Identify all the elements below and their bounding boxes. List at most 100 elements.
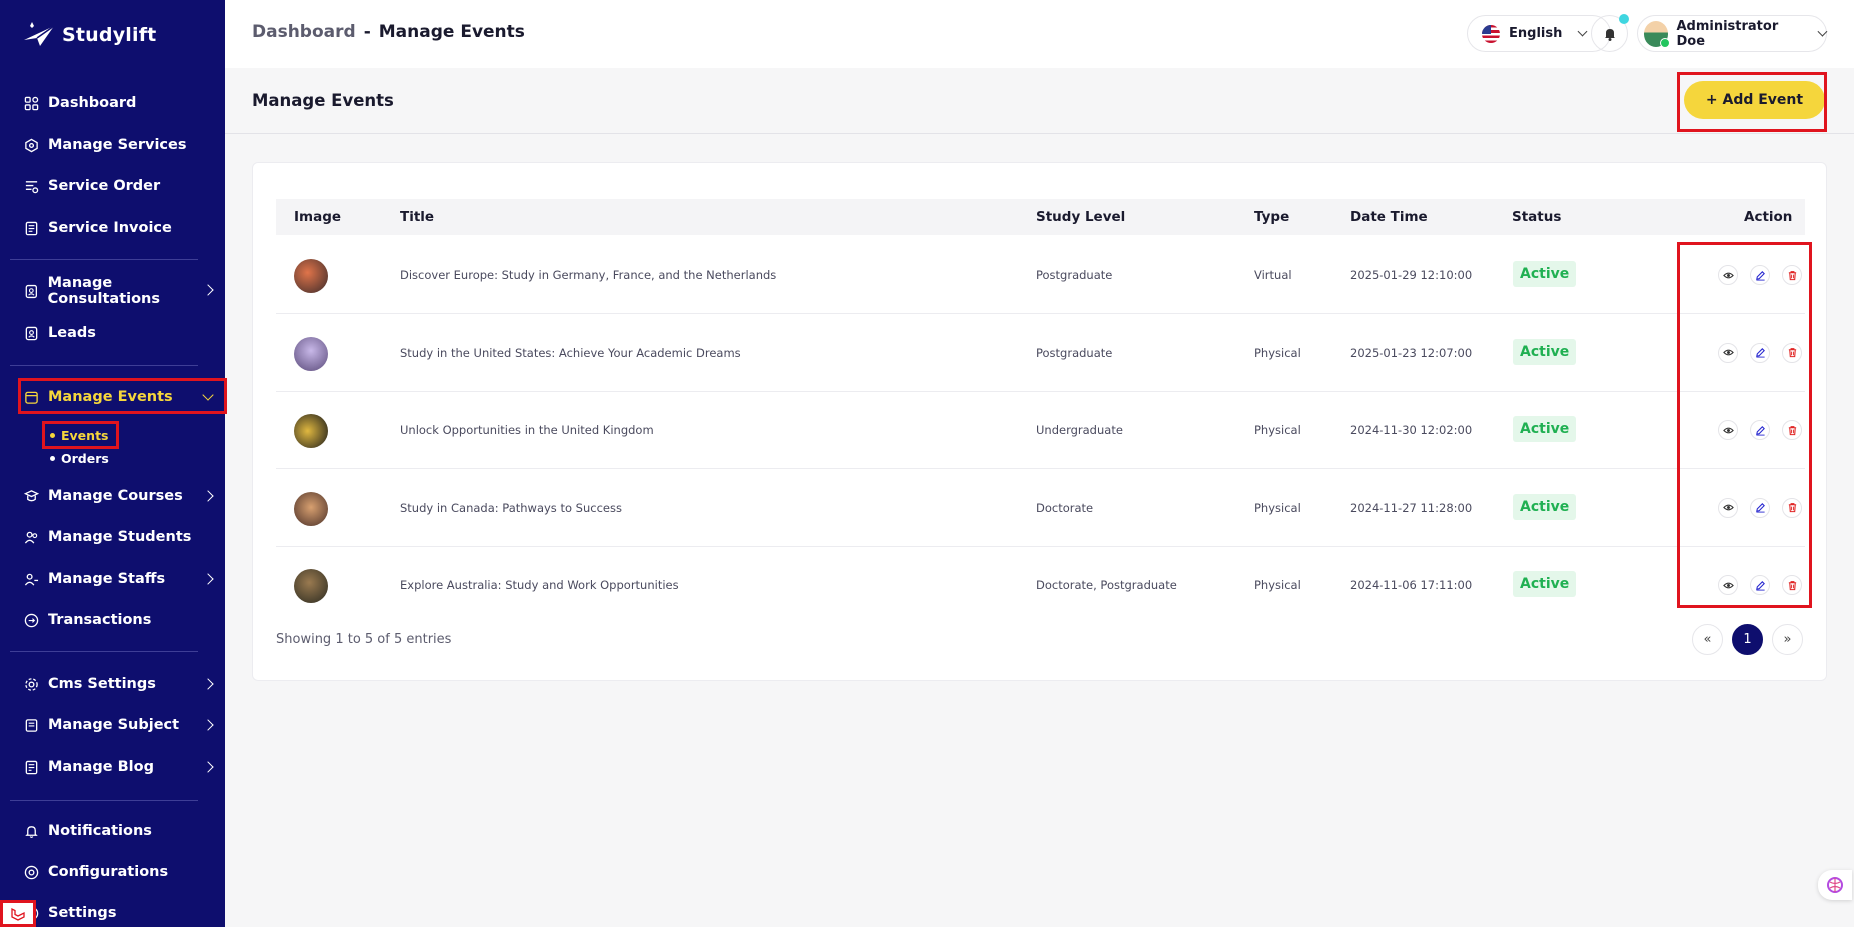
table-header: Image Title Study Level Type Date Time S… xyxy=(276,199,1805,235)
col-study-level: Study Level xyxy=(1036,209,1126,225)
event-type: Physical xyxy=(1254,423,1301,437)
sidebar-item-label: Manage Blog xyxy=(48,759,154,775)
students-icon xyxy=(24,531,38,544)
sidebar-item-label: Manage Students xyxy=(48,529,192,545)
breadcrumb: Dashboard - Manage Events xyxy=(252,22,525,42)
col-type: Type xyxy=(1254,209,1290,225)
dashboard-icon xyxy=(24,96,39,110)
sidebar-subitem-orders[interactable]: Orders xyxy=(50,451,109,466)
event-thumbnail xyxy=(294,336,328,371)
breadcrumb-separator: - xyxy=(363,22,371,42)
event-datetime: 2025-01-23 12:07:00 xyxy=(1350,345,1473,360)
notification-dot xyxy=(1619,14,1629,24)
sidebar-item-label: Transactions xyxy=(48,612,152,628)
debugbar-toggle[interactable] xyxy=(0,900,36,927)
status-badge: Active xyxy=(1513,571,1577,597)
table-row: Explore Australia: Study and Work Opport… xyxy=(276,547,1805,624)
event-datetime: 2024-11-27 11:28:00 xyxy=(1350,500,1473,515)
sidebar-item-label: Manage Staffs xyxy=(48,571,166,587)
sidebar-item-manage-courses[interactable]: Manage Courses xyxy=(24,484,183,508)
event-datetime: 2025-01-29 12:10:00 xyxy=(1350,268,1473,282)
bell-icon xyxy=(1604,28,1615,41)
sidebar-divider xyxy=(10,651,198,652)
table-row: Study in the United States: Achieve Your… xyxy=(276,315,1805,392)
col-action: Action xyxy=(1744,209,1793,225)
sidebar-item-dashboard[interactable]: Dashboard xyxy=(24,91,136,115)
pagination-next[interactable]: » xyxy=(1772,624,1803,655)
app-name: Studylift xyxy=(62,24,157,46)
language-selector[interactable]: English xyxy=(1467,15,1611,52)
sidebar-item-label: Notifications xyxy=(48,823,152,839)
event-type: Virtual xyxy=(1254,268,1292,282)
event-title: Unlock Opportunities in the United Kingd… xyxy=(400,423,654,437)
sidebar-item-leads[interactable]: Leads xyxy=(24,321,96,345)
sidebar-item-configurations[interactable]: Configurations xyxy=(24,860,168,884)
notifications-button[interactable] xyxy=(1591,14,1629,52)
sidebar-item-label: Service Order xyxy=(48,178,161,194)
status-badge: Active xyxy=(1513,416,1577,442)
event-title: Explore Australia: Study and Work Opport… xyxy=(400,578,679,592)
event-study-level: Undergraduate xyxy=(1036,423,1123,437)
chevron-right-icon xyxy=(202,719,214,731)
us-flag-icon xyxy=(1482,24,1500,43)
consultation-icon xyxy=(25,284,37,298)
table-row: Discover Europe: Study in Germany, Franc… xyxy=(276,237,1805,314)
chevron-right-icon xyxy=(202,490,214,502)
pagination-prev[interactable]: « xyxy=(1692,624,1723,655)
sidebar: Studylift Dashboard Manage Services Serv… xyxy=(0,0,227,927)
pagination-page-1[interactable]: 1 xyxy=(1732,624,1763,655)
event-type: Physical xyxy=(1254,578,1301,592)
avatar xyxy=(1644,20,1671,48)
chevron-right-icon xyxy=(202,573,214,585)
logo-plane-icon xyxy=(24,22,55,46)
sidebar-item-notifications[interactable]: Notifications xyxy=(24,819,152,843)
topbar: Dashboard - Manage Events English Admini… xyxy=(225,0,1854,68)
order-icon xyxy=(25,180,39,193)
assistant-button[interactable] xyxy=(1818,870,1852,900)
event-type: Physical xyxy=(1254,345,1301,360)
sidebar-item-manage-students[interactable]: Manage Students xyxy=(24,525,191,549)
sidebar-item-label: Manage Consultations xyxy=(47,275,161,307)
sidebar-item-cms-settings[interactable]: Cms Settings xyxy=(24,672,156,696)
sidebar-divider xyxy=(10,365,198,366)
sidebar-item-label: Manage Subject xyxy=(48,717,180,733)
chevron-down-icon xyxy=(1817,26,1828,37)
bullet-icon xyxy=(50,456,55,461)
status-badge: Active xyxy=(1513,493,1577,520)
sidebar-item-service-order[interactable]: Service Order xyxy=(24,174,160,198)
event-datetime: 2024-11-30 12:02:00 xyxy=(1350,423,1473,437)
col-image: Image xyxy=(294,209,342,225)
staffs-icon xyxy=(24,573,39,586)
col-date-time: Date Time xyxy=(1350,209,1428,225)
invoice-icon xyxy=(25,221,38,235)
sidebar-item-label: Configurations xyxy=(48,864,169,880)
app-logo[interactable]: Studylift xyxy=(22,20,156,50)
sidebar-item-service-invoice[interactable]: Service Invoice xyxy=(24,216,172,240)
event-study-level: Postgraduate xyxy=(1036,345,1113,360)
sidebar-item-manage-subject[interactable]: Manage Subject xyxy=(24,713,179,737)
highlight-action-column xyxy=(1677,242,1812,608)
sidebar-item-manage-services[interactable]: Manage Services xyxy=(24,133,187,157)
sidebar-divider xyxy=(10,259,198,260)
highlight-add-event xyxy=(1677,72,1827,132)
sidebar-item-settings[interactable]: Settings xyxy=(24,901,116,925)
chevron-right-icon xyxy=(202,678,214,690)
cms-icon xyxy=(25,677,38,691)
sidebar-item-manage-consultations[interactable]: Manage Consultations xyxy=(24,275,225,307)
sidebar-item-manage-blog[interactable]: Manage Blog xyxy=(24,755,154,779)
user-menu[interactable]: Administrator Doe xyxy=(1637,15,1828,52)
event-title: Study in the United States: Achieve Your… xyxy=(400,345,741,360)
breadcrumb-root[interactable]: Dashboard xyxy=(252,22,356,42)
page-header: Manage Events + Add Event xyxy=(225,68,1854,134)
services-icon xyxy=(25,138,38,152)
chevron-right-icon xyxy=(202,761,214,773)
blog-icon xyxy=(25,760,38,774)
sidebar-item-transactions[interactable]: Transactions xyxy=(24,608,151,632)
status-badge: Active xyxy=(1513,261,1577,287)
sidebar-item-manage-staffs[interactable]: Manage Staffs xyxy=(24,567,165,591)
sidebar-item-label: Settings xyxy=(48,905,117,921)
entries-info: Showing 1 to 5 of 5 entries xyxy=(276,632,452,647)
sidebar-item-label: Leads xyxy=(48,325,96,341)
event-thumbnail xyxy=(294,569,328,603)
event-thumbnail xyxy=(294,414,328,448)
